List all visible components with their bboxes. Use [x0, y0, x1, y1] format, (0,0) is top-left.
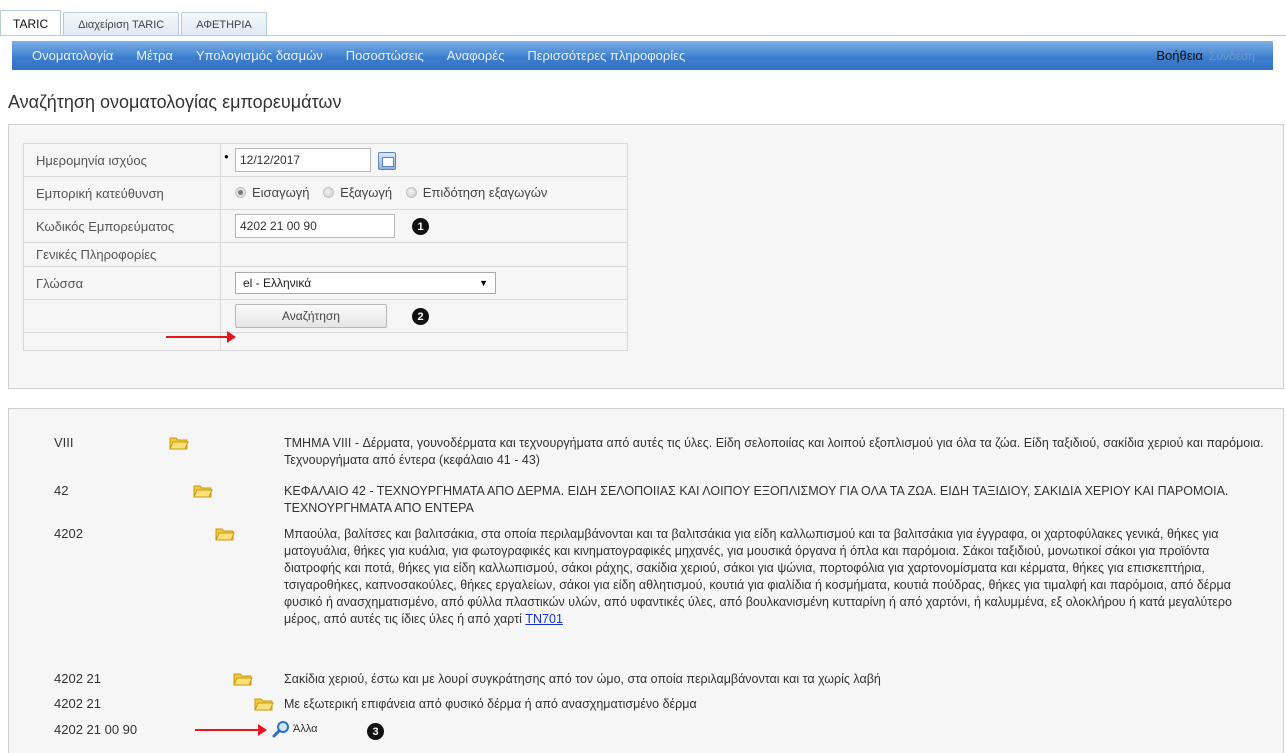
date-input[interactable]	[235, 148, 371, 172]
folder-icon[interactable]	[254, 696, 274, 711]
page-title: Αναζήτηση ονοματολογίας εμπορευμάτων	[8, 92, 342, 112]
date-label: Ημερομηνία ισχύος	[23, 143, 221, 177]
language-select-value: el - Ελληνικά	[243, 276, 312, 290]
result-code: 4202 21 00 90	[54, 722, 138, 737]
tab-taric[interactable]: TARIC	[0, 10, 62, 36]
menu-item-reports[interactable]: Αναφορές	[447, 48, 505, 63]
result-description: ΚΕΦΑΛΑΙΟ 42 - ΤΕΧΝΟΥΡΓΗΜΑΤΑ ΑΠΟ ΔΕΡΜΑ. Ε…	[284, 484, 1229, 515]
red-arrow-result	[195, 724, 267, 736]
menu-item-duty-calculation[interactable]: Υπολογισμός δασμών	[196, 48, 323, 63]
result-code: 4202	[54, 526, 83, 541]
dropdown-caret-icon: ▼	[479, 278, 488, 288]
result-description: Άλλα	[293, 723, 318, 735]
radio-export-subsidy-label: Επιδότηση εξαγωγών	[422, 185, 548, 200]
radio-dot-icon	[235, 187, 246, 198]
menu-login[interactable]: Σύνδεση	[1209, 49, 1255, 63]
required-marker: ●	[224, 152, 229, 161]
code-label: Κωδικός Εμπορεύματος	[23, 209, 221, 243]
radio-dot-icon	[405, 187, 417, 198]
result-description: Μπαούλα, βαλίτσες και βαλιτσάκια, στα οπ…	[284, 526, 1264, 628]
menu-right: Βοήθεια Σύνδεση	[1156, 48, 1273, 63]
magnifier-icon[interactable]	[272, 721, 290, 741]
search-form-table: Ημερομηνία ισχύος ● Εμπορική κατεύθυνση …	[23, 143, 628, 351]
result-description-text: Μπαούλα, βαλίτσες και βαλιτσάκια, στα οπ…	[284, 527, 1232, 626]
menu-item-more-info[interactable]: Περισσότερες πληροφορίες	[527, 48, 685, 63]
search-button[interactable]: Αναζήτηση	[235, 304, 387, 328]
tab-divider	[0, 35, 1286, 36]
top-tabs: TARIC Διαχείριση TARIC ΑΦΕΤΗΡΙΑ	[0, 10, 269, 36]
menu-item-quotas[interactable]: Ποσοστώσεις	[346, 48, 424, 63]
language-label: Γλώσσα	[23, 266, 221, 300]
calendar-icon[interactable]	[377, 151, 396, 170]
main-menu-bar: Ονοματολογία Μέτρα Υπολογισμός δασμών Πο…	[12, 41, 1273, 70]
result-code: VIII	[54, 435, 74, 450]
direction-label: Εμπορική κατεύθυνση	[23, 176, 221, 210]
result-description: Με εξωτερική επιφάνεια από φυσικό δέρμα …	[284, 697, 697, 711]
radio-export[interactable]: Εξαγωγή	[323, 185, 392, 200]
menu-item-nomenclature[interactable]: Ονοματολογία	[32, 48, 113, 63]
radio-export-label: Εξαγωγή	[340, 185, 393, 200]
folder-icon[interactable]	[193, 483, 213, 498]
folder-icon[interactable]	[169, 435, 189, 450]
result-description: ΤΜΗΜΑ VIII - Δέρματα, γουνοδέρματα και τ…	[284, 436, 1264, 467]
general-info-label: Γενικές Πληροφορίες	[23, 242, 221, 267]
language-select[interactable]: el - Ελληνικά ▼	[235, 272, 496, 294]
folder-icon[interactable]	[215, 526, 235, 541]
marker-2: 2	[412, 308, 429, 325]
results-panel: VIII ΤΜΗΜΑ VIII - Δέρματα, γουνοδέρματα …	[8, 408, 1284, 753]
tn701-link[interactable]: TN701	[525, 612, 563, 626]
result-code: 42	[54, 483, 69, 498]
menu-help[interactable]: Βοήθεια	[1156, 48, 1203, 63]
commodity-code-input[interactable]	[235, 214, 395, 238]
result-description: Σακίδια χεριού, έστω και με λουρί συγκρά…	[284, 672, 881, 686]
marker-1: 1	[412, 218, 429, 235]
tab-taric-management[interactable]: Διαχείριση TARIC	[63, 12, 180, 36]
result-code: 4202 21	[54, 671, 101, 686]
radio-import[interactable]: Εισαγωγή	[235, 185, 309, 200]
menu-item-measures[interactable]: Μέτρα	[136, 48, 173, 63]
red-arrow-search	[166, 331, 236, 343]
tab-start[interactable]: ΑΦΕΤΗΡΙΑ	[181, 12, 267, 36]
search-form-panel: Ημερομηνία ισχύος ● Εμπορική κατεύθυνση …	[8, 124, 1284, 389]
result-code: 4202 21	[54, 696, 101, 711]
radio-import-label: Εισαγωγή	[252, 185, 310, 200]
radio-dot-icon	[323, 187, 335, 198]
folder-icon[interactable]	[233, 671, 253, 686]
radio-export-subsidy[interactable]: Επιδότηση εξαγωγών	[405, 185, 548, 200]
marker-3: 3	[367, 723, 384, 740]
